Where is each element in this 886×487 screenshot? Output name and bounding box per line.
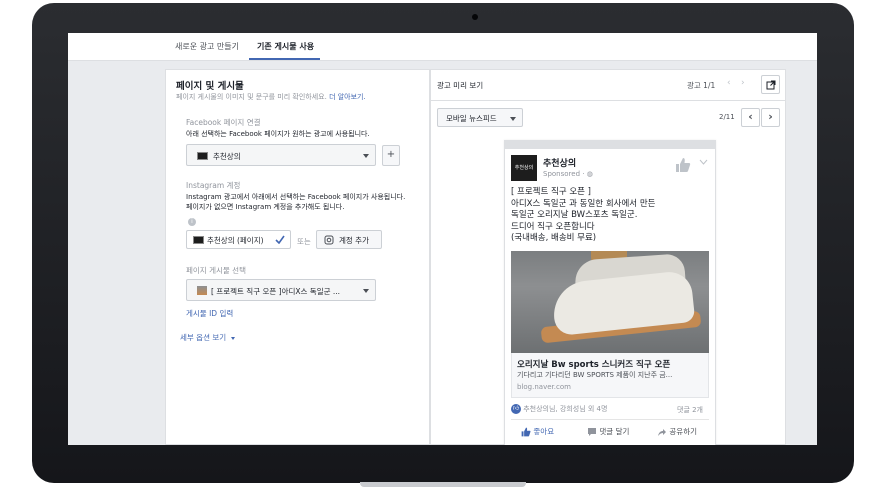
phone-status-strip: [505, 141, 715, 149]
post-thumbnail: [197, 286, 207, 295]
sponsored-label: Sponsored · ◍: [543, 170, 593, 178]
chevron-left-icon: ‹: [748, 110, 753, 123]
next-preview-button[interactable]: ›: [761, 108, 780, 127]
chevron-down-icon: [363, 289, 369, 293]
share-icon: [658, 429, 666, 436]
link-title: 오리지날 Bw sports 스니커즈 직구 오픈: [517, 360, 671, 370]
instagram-icon: [324, 235, 334, 245]
thumbs-up-icon: [521, 427, 531, 437]
instagram-selected-value: 추천상의 (페이지): [207, 236, 264, 245]
page-logo-icon: [197, 152, 208, 160]
comment-action-label: 댓글 달기: [599, 427, 630, 436]
active-tab-indicator: [249, 58, 320, 60]
post-image[interactable]: [511, 251, 709, 353]
external-link-icon: [766, 80, 776, 90]
more-options-label: 세부 옵션 보기: [180, 333, 227, 342]
globe-icon: ◍: [586, 170, 593, 178]
post-select-value: [ 프로젝트 직구 오픈 ]아디X스 독일군 ...: [211, 287, 341, 296]
post-text-line: [ 프로젝트 직구 오픈 ]: [511, 187, 592, 197]
tab-create-new-ad[interactable]: 새로운 광고 만들기: [175, 41, 239, 52]
like-reaction-icon: 👍︎: [511, 404, 521, 414]
share-action[interactable]: 공유하기: [657, 426, 697, 437]
info-icon[interactable]: i: [188, 218, 196, 226]
add-account-label: 계정 추가: [339, 236, 369, 245]
comment-action[interactable]: 댓글 달기: [587, 426, 629, 437]
facebook-page-desc: 아래 선택하는 Facebook 페이지가 원하는 광고에 사용됩니다.: [186, 130, 370, 138]
post-text-line: 아디X스 독일군 과 동일한 회사에서 만든: [511, 198, 656, 209]
comment-icon: [588, 428, 596, 436]
facebook-page-value: 추천상의: [213, 152, 241, 161]
page-avatar: 추천상의: [511, 155, 537, 181]
check-icon: [275, 235, 285, 244]
chevron-down-icon[interactable]: [699, 159, 708, 165]
like-action[interactable]: 좋아요: [521, 426, 554, 437]
screen: 새로운 광고 만들기 기존 게시물 사용 페이지 및 게시물 페이지 게시물의 …: [68, 33, 817, 445]
divider: [511, 419, 709, 420]
link-description: 기다리고 기다리던 BW SPORTS 제품이 지난주 금...: [517, 371, 673, 379]
enter-post-id-link[interactable]: 게시물 ID 입력: [186, 308, 233, 319]
sponsored-text: Sponsored: [543, 170, 581, 178]
next-ad-chevron-icon[interactable]: ›: [741, 78, 745, 88]
instagram-account-desc: Instagram 광고에서 아래에서 선택하는 Facebook 페이지가 사…: [186, 193, 406, 211]
instagram-account-label: Instagram 계정: [186, 181, 241, 190]
tab-bar: 새로운 광고 만들기 기존 게시물 사용: [68, 33, 817, 61]
link-domain: blog.naver.com: [517, 383, 571, 391]
more-options-link[interactable]: 세부 옵션 보기: [180, 332, 235, 343]
page-logo-icon: [193, 236, 204, 244]
preview-page-counter: 2/11: [719, 113, 735, 121]
caret-down-icon: [230, 336, 235, 340]
post-text: [ 프로젝트 직구 오픈 ] 아디X스 독일군 과 동일한 회사에서 만든 독일…: [511, 187, 655, 245]
post-text-line: 드디어 직구 오픈합니다: [511, 221, 595, 232]
reaction-summary[interactable]: 👍︎ 추천상의님, 강희성님 외 4명: [511, 404, 607, 414]
instagram-page-select[interactable]: 추천상의 (페이지): [186, 230, 291, 249]
placement-dropdown[interactable]: 모바일 뉴스피드: [437, 108, 523, 127]
prev-preview-button[interactable]: ‹: [741, 108, 760, 127]
like-action-label: 좋아요: [533, 427, 555, 436]
or-text: 또는: [297, 237, 311, 246]
post-preview-card: 추천상의 추천상의 Sponsored · ◍ [ 프로젝트 직구 오픈 ] 아…: [504, 140, 716, 445]
share-action-label: 공유하기: [669, 427, 697, 436]
post-text-line: (국내배송, 배송비 무료): [511, 233, 597, 243]
chevron-down-icon: [363, 154, 369, 158]
ad-count: 광고 1/1: [687, 81, 716, 90]
open-preview-button[interactable]: [761, 75, 780, 94]
add-instagram-account-button[interactable]: 계정 추가: [316, 230, 382, 249]
chevron-down-icon: [510, 117, 516, 121]
like-page-icon[interactable]: [675, 157, 691, 173]
camera-dot: [472, 14, 478, 20]
ad-preview-panel: 광고 미리 보기 광고 1/1 ‹ › 모바일 뉴스피드 2/11 ‹ › 추천…: [430, 69, 786, 445]
chevron-right-icon: ›: [768, 110, 773, 123]
facebook-page-select[interactable]: 추천상의: [186, 144, 376, 166]
placement-value: 모바일 뉴스피드: [446, 114, 497, 123]
add-page-button[interactable]: +: [382, 145, 400, 166]
preview-title: 광고 미리 보기: [437, 81, 484, 90]
post-text-line: 독일군 오리지날 BW스포츠 독일군.: [511, 210, 638, 220]
learn-more-link[interactable]: 더 알아보기.: [329, 93, 366, 101]
post-select[interactable]: [ 프로젝트 직구 오픈 ]아디X스 독일군 ...: [186, 279, 376, 301]
tab-use-existing-post[interactable]: 기존 게시물 사용: [257, 41, 314, 52]
facebook-page-label: Facebook 페이지 연결: [186, 118, 261, 127]
post-page-name[interactable]: 추천상의: [543, 156, 576, 169]
laptop-base: [360, 482, 526, 487]
section-subtitle: 페이지 게시물의 이미지 및 문구를 미리 확인하세요. 더 알아보기.: [176, 92, 366, 102]
section-title: 페이지 및 게시물: [176, 81, 244, 92]
reaction-names: 추천상의님, 강희성님 외 4명: [523, 405, 608, 413]
link-preview[interactable]: 오리지날 Bw sports 스니커즈 직구 오픈 기다리고 기다리던 BW S…: [511, 353, 709, 398]
subtitle-text: 페이지 게시물의 이미지 및 문구를 미리 확인하세요.: [176, 93, 327, 101]
page-and-post-panel: 페이지 및 게시물 페이지 게시물의 이미지 및 문구를 미리 확인하세요. 더…: [165, 69, 430, 445]
comment-count[interactable]: 댓글 2개: [677, 405, 703, 415]
prev-ad-chevron-icon[interactable]: ‹: [727, 78, 731, 88]
post-select-label: 페이지 게시물 선택: [186, 266, 246, 275]
divider: [431, 100, 785, 101]
